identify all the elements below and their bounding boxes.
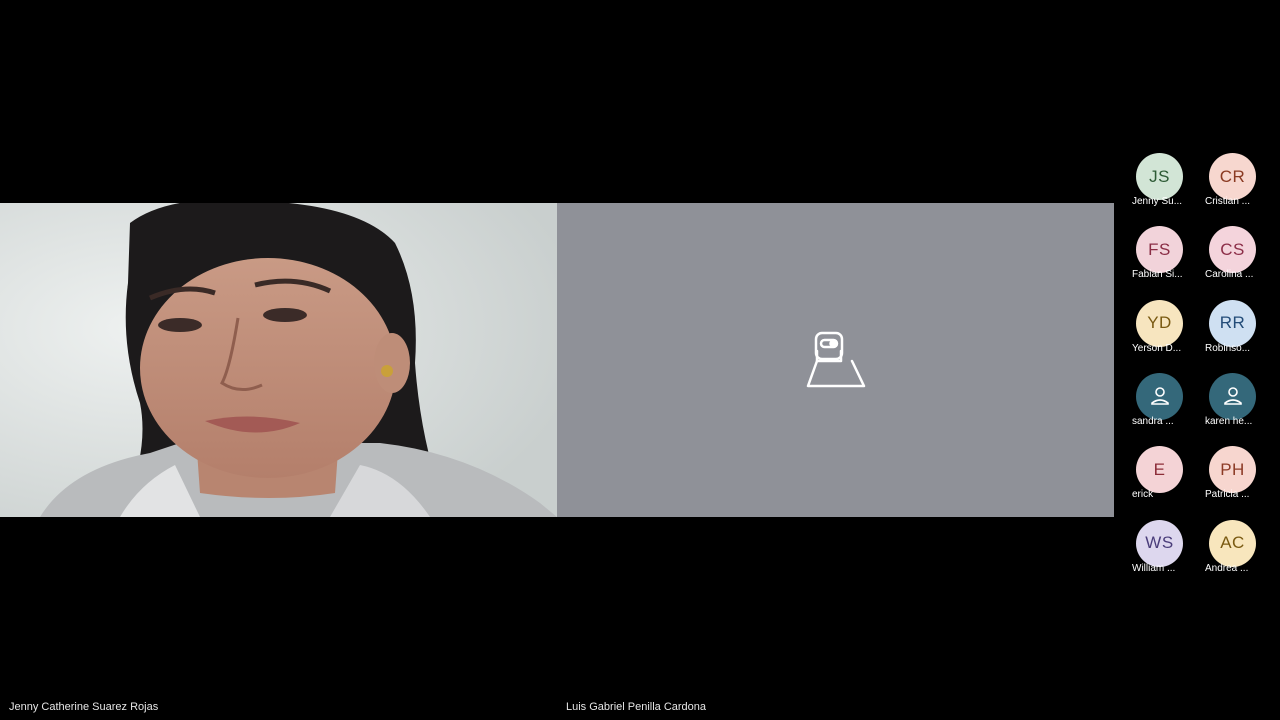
avatar: RR xyxy=(1209,299,1256,347)
roster-participant[interactable]: RR Robinso... xyxy=(1197,299,1259,366)
roster-participant[interactable]: YD Yerson D... xyxy=(1124,299,1186,366)
participant-name: Robinso... xyxy=(1205,342,1251,354)
roster-participant[interactable]: CR Cristian ... xyxy=(1197,153,1259,219)
avatar-initials: CR xyxy=(1219,166,1246,186)
participant-name: erick xyxy=(1132,489,1154,501)
participant-video-feed xyxy=(0,203,557,517)
avatar-initials: JS xyxy=(1149,166,1170,186)
avatar: YD xyxy=(1136,299,1183,347)
participant-name: sandra ... xyxy=(1132,415,1174,427)
avatar: CS xyxy=(1209,226,1256,274)
video-tile-luis[interactable] xyxy=(557,203,1114,517)
avatar-initials: WS xyxy=(1145,533,1174,552)
roster-participant[interactable]: karen he... xyxy=(1197,372,1259,439)
roster-participant[interactable]: sandra ... xyxy=(1124,372,1186,439)
avatar-initials: RR xyxy=(1219,313,1246,333)
participant-name: Andrea ... xyxy=(1205,562,1249,574)
avatar-initials: AC xyxy=(1220,533,1245,552)
avatar: CR xyxy=(1209,153,1256,200)
avatar xyxy=(1136,372,1183,420)
meeting-stage: Jenny Catherine Suarez Rojas Luis Gabrie… xyxy=(0,0,1280,720)
roster-participant[interactable]: WS William ... xyxy=(1124,519,1186,586)
participant-name: Jenny Su... xyxy=(1132,196,1183,207)
avatar: PH xyxy=(1209,446,1256,494)
roster-participant[interactable]: JS Jenny Su... xyxy=(1124,153,1186,219)
participant-name: Fabian Si... xyxy=(1132,269,1183,281)
avatar-initials: FS xyxy=(1148,239,1171,259)
roster-participant[interactable]: CS Carolina ... xyxy=(1197,226,1259,292)
participant-name: Yerson D... xyxy=(1132,342,1182,354)
avatar: FS xyxy=(1136,226,1183,274)
avatar-initials: E xyxy=(1153,459,1166,479)
roster-participant[interactable]: AC Andrea ... xyxy=(1197,519,1259,586)
avatar: WS xyxy=(1136,519,1183,567)
roster-participant[interactable]: PH Patricia ... xyxy=(1197,446,1259,512)
video-tile-jenny[interactable] xyxy=(0,203,557,517)
avatar-initials: CS xyxy=(1220,239,1245,259)
participant-name-left: Jenny Catherine Suarez Rojas xyxy=(9,701,159,713)
participant-name: Cristian ... xyxy=(1205,196,1251,207)
participant-name: Carolina ... xyxy=(1205,269,1254,281)
person-icon xyxy=(1149,385,1171,407)
person-icon xyxy=(1222,385,1244,407)
roster-participant[interactable]: FS Fabian Si... xyxy=(1124,226,1186,292)
participant-name: William ... xyxy=(1132,562,1176,574)
avatar: AC xyxy=(1209,519,1256,567)
avatar-initials: YD xyxy=(1147,313,1172,333)
avatar-initials: PH xyxy=(1220,459,1245,479)
avatar xyxy=(1209,372,1256,420)
participant-name: karen he... xyxy=(1205,415,1253,427)
roster-participant[interactable]: Eerick xyxy=(1124,446,1186,512)
avatar: E xyxy=(1136,446,1183,494)
participant-name: Patricia ... xyxy=(1205,489,1250,501)
camera-off-icon xyxy=(806,331,866,388)
avatar: JS xyxy=(1136,153,1183,200)
participant-name-right: Luis Gabriel Penilla Cardona xyxy=(566,701,707,713)
